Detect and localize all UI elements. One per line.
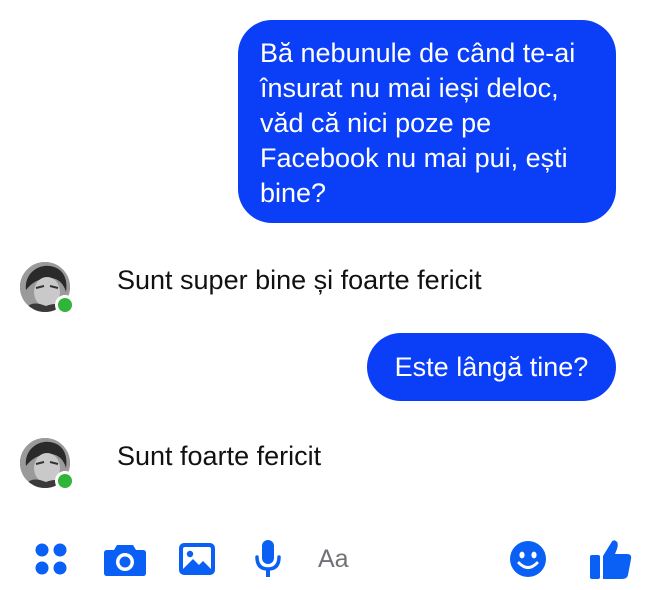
thumbs-up-icon[interactable] bbox=[585, 533, 637, 585]
more-dots-icon[interactable] bbox=[26, 533, 76, 585]
message-text: Este lângă tine? bbox=[394, 351, 589, 382]
incoming-message-text[interactable]: Sunt foarte fericit bbox=[117, 441, 321, 472]
message-text-line: Bă nebunule de când te-ai bbox=[260, 38, 576, 68]
online-status-dot bbox=[55, 295, 75, 315]
message-text-line: văd că nici poze pe bbox=[260, 108, 492, 138]
gallery-icon[interactable] bbox=[172, 533, 222, 585]
camera-icon[interactable] bbox=[98, 533, 152, 585]
outgoing-message-bubble[interactable]: Bă nebunule de când te-ai însurat nu mai… bbox=[238, 20, 616, 223]
contact-avatar[interactable] bbox=[20, 262, 75, 315]
microphone-icon[interactable] bbox=[248, 533, 288, 585]
message-input[interactable]: Aa bbox=[318, 533, 398, 585]
message-text-line: însurat nu mai ieși deloc, bbox=[260, 73, 559, 103]
online-status-dot bbox=[55, 471, 75, 491]
emoji-icon[interactable] bbox=[508, 533, 548, 585]
message-text-line: bine? bbox=[260, 178, 327, 208]
outgoing-message-bubble[interactable]: Este lângă tine? bbox=[367, 333, 616, 401]
contact-avatar[interactable] bbox=[20, 438, 75, 491]
incoming-message-text[interactable]: Sunt super bine și foarte fericit bbox=[117, 265, 482, 296]
message-text-line: Facebook nu mai pui, ești bbox=[260, 143, 568, 173]
